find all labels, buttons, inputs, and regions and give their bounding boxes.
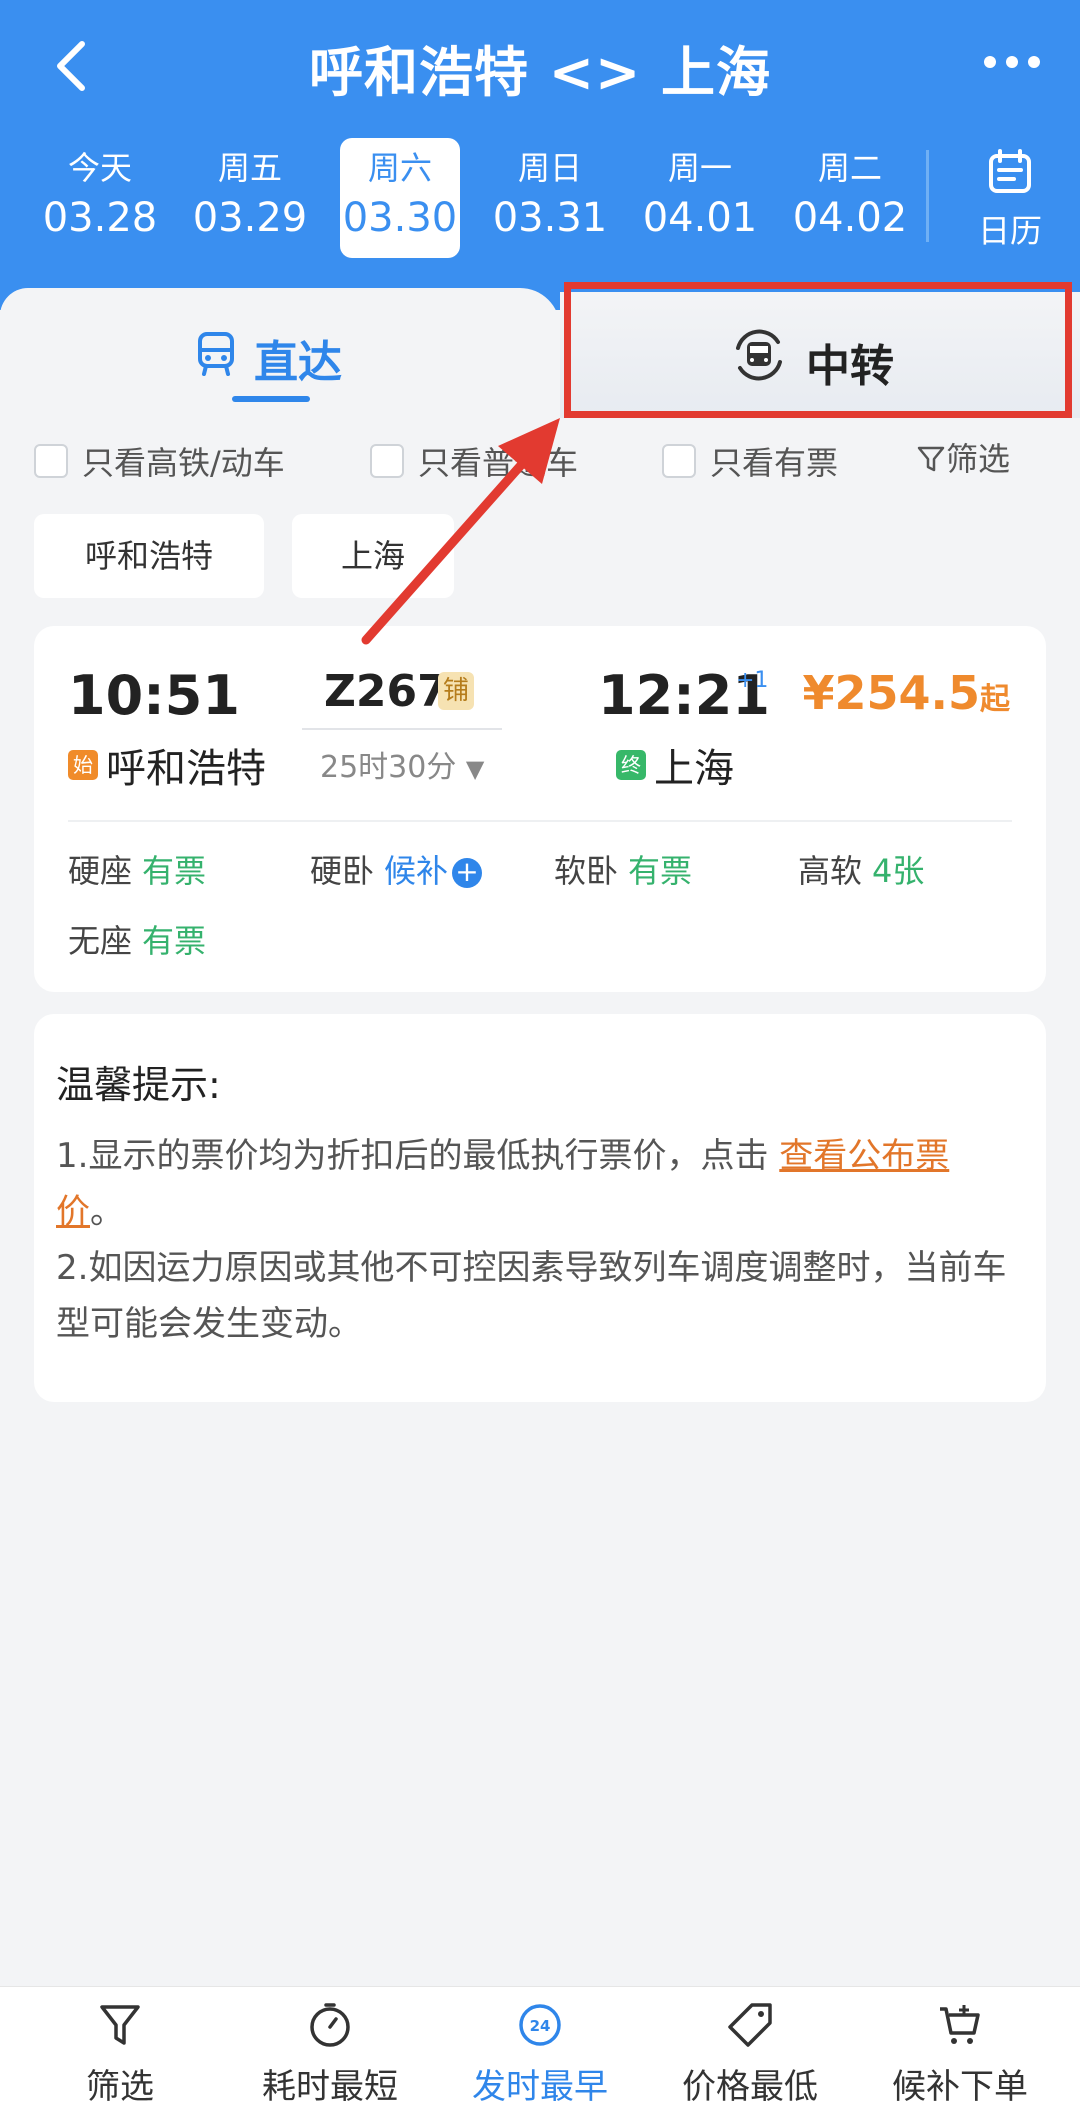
more-options-icon[interactable] bbox=[984, 56, 1040, 68]
normal-train-checkbox[interactable] bbox=[370, 444, 404, 478]
tab-direct-label: 直达 bbox=[254, 337, 342, 388]
transfer-bus-icon bbox=[736, 329, 782, 381]
published-price-link[interactable]: 查看公布票 bbox=[779, 1136, 949, 1176]
from-station-chip[interactable]: 呼和浩特 bbox=[34, 514, 264, 598]
route-line bbox=[302, 728, 502, 730]
departure-time: 10:51 bbox=[68, 664, 240, 727]
to-station-chip[interactable]: 上海 bbox=[292, 514, 454, 598]
calendar-icon bbox=[989, 149, 1031, 193]
date-item-today[interactable]: 今天 03.28 bbox=[40, 138, 160, 258]
active-tab-underline bbox=[232, 396, 310, 402]
nav-filter[interactable]: 筛选 bbox=[12, 1987, 228, 2122]
price-suffix: 起 bbox=[980, 682, 1010, 717]
price-value: ¥254.5 bbox=[802, 666, 980, 720]
start-station-badge: 始 bbox=[68, 750, 98, 780]
bus-icon bbox=[198, 332, 234, 376]
seat-no-seat: 无座 有票 bbox=[68, 922, 207, 960]
timer-icon bbox=[310, 2003, 350, 2047]
date-selector: 今天 03.28 周五 03.29 周六 03.30 周日 03.31 周一 0… bbox=[0, 138, 1080, 258]
route-tabs: 直达 中转 bbox=[0, 288, 1080, 418]
seat-deluxe-soft: 高软 4张 bbox=[798, 852, 925, 890]
end-station-badge: 终 bbox=[616, 750, 646, 780]
clock-24-icon: 24 bbox=[519, 2004, 561, 2046]
seat-hard-sleeper[interactable]: 硬卧 候补 + bbox=[310, 846, 483, 892]
high-speed-label: 只看高铁/动车 bbox=[82, 444, 285, 482]
nav-shortest-time[interactable]: 耗时最短 bbox=[222, 1987, 438, 2122]
calendar-button[interactable]: 日历 bbox=[960, 148, 1060, 252]
nav-lowest-price[interactable]: 价格最低 bbox=[642, 1987, 858, 2122]
filter-icon bbox=[917, 446, 945, 472]
train-card[interactable]: 10:51 始 呼和浩特 Z267 铺 25时30分 ▼ 12:21 +1 终 … bbox=[34, 626, 1046, 992]
available-only-checkbox[interactable] bbox=[662, 444, 696, 478]
date-item-sat-selected[interactable]: 周六 03.30 bbox=[340, 138, 460, 258]
waitlist-plus-icon[interactable]: + bbox=[452, 858, 483, 888]
calendar-label: 日历 bbox=[977, 212, 1042, 250]
tab-direct[interactable]: 直达 bbox=[0, 288, 560, 418]
seat-hard-seat: 硬座 有票 bbox=[68, 852, 207, 890]
date-divider bbox=[926, 150, 929, 242]
svg-text:24: 24 bbox=[530, 2017, 551, 2035]
filter-icon bbox=[100, 2005, 140, 2045]
tips-title: 温馨提示: bbox=[56, 1063, 221, 1107]
train-number: Z267 bbox=[324, 666, 448, 717]
published-price-link-cont[interactable]: 价 bbox=[56, 1192, 90, 1232]
dropdown-triangle-icon: ▼ bbox=[465, 755, 485, 783]
nav-earliest-departure[interactable]: 24 发时最早 bbox=[432, 1987, 648, 2122]
date-item-tue[interactable]: 周二 04.02 bbox=[790, 138, 910, 258]
high-speed-checkbox[interactable] bbox=[34, 444, 68, 478]
day-offset: +1 bbox=[736, 668, 769, 693]
date-item-fri[interactable]: 周五 03.29 bbox=[190, 138, 310, 258]
duration-text: 25时30分 bbox=[320, 750, 457, 785]
card-divider bbox=[68, 820, 1012, 822]
tab-transfer[interactable]: 中转 bbox=[560, 292, 1080, 418]
tip-2: 2.如因运力原因或其他不可控因素导致列车调度调整时，当前车 型可能会发生变动。 bbox=[56, 1248, 1007, 1344]
departure-station-name: 呼和浩特 bbox=[106, 746, 266, 792]
departure-station: 始 呼和浩特 bbox=[68, 736, 266, 794]
filter-button[interactable]: 筛选 bbox=[916, 434, 1010, 480]
arrival-station-name: 上海 bbox=[654, 746, 734, 792]
price-tag-icon bbox=[728, 2003, 772, 2047]
seat-soft-sleeper: 软卧 有票 bbox=[554, 852, 693, 890]
arrival-station: 终 上海 bbox=[616, 736, 734, 794]
filter-row: 只看高铁/动车 只看普通车 只看有票 筛选 bbox=[0, 430, 1080, 490]
tab-transfer-label: 中转 bbox=[806, 341, 894, 392]
duration-dropdown[interactable]: 25时30分 ▼ bbox=[320, 742, 484, 786]
normal-train-label: 只看普通车 bbox=[418, 444, 579, 482]
cart-plus-icon bbox=[940, 2005, 980, 2044]
date-item-mon[interactable]: 周一 04.01 bbox=[640, 138, 760, 258]
available-only-label: 只看有票 bbox=[710, 444, 839, 482]
sleeper-badge: 铺 bbox=[438, 672, 474, 710]
page-title: 呼和浩特 <> 上海 bbox=[308, 41, 772, 104]
tips-card: 温馨提示: 1.显示的票价均为折扣后的最低执行票价，点击 查看公布票 价。 2.… bbox=[34, 1014, 1046, 1402]
nav-waitlist-order[interactable]: 候补下单 bbox=[852, 1987, 1068, 2122]
date-item-sun[interactable]: 周日 03.31 bbox=[490, 138, 610, 258]
price: ¥254.5起 bbox=[802, 666, 1010, 720]
tip-1: 1.显示的票价均为折扣后的最低执行票价，点击 查看公布票 价。 bbox=[56, 1136, 950, 1232]
bottom-nav: 筛选 耗时最短 24 发时最早 价格最低 候补下单 bbox=[0, 1986, 1080, 2122]
